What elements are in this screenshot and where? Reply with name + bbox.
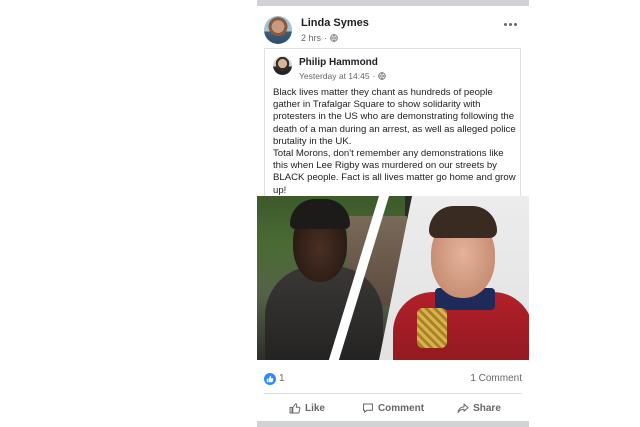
comment-button[interactable]: Comment	[350, 396, 436, 420]
comment-icon	[362, 403, 373, 413]
post-timestamp[interactable]: 2 hrs	[301, 33, 321, 43]
share-button[interactable]: Share	[436, 396, 522, 420]
share-icon	[457, 403, 469, 413]
comment-count[interactable]: 1 Comment	[470, 373, 522, 384]
like-reaction-icon[interactable]	[264, 373, 276, 385]
post-meta: 2 hrs ·	[301, 33, 338, 43]
post-photo[interactable]	[257, 196, 529, 360]
shared-author-avatar[interactable]	[273, 56, 292, 75]
shared-post-meta: Yesterday at 14:45 ·	[299, 71, 387, 81]
feed-post: Linda Symes 2 hrs · Philip Hammond Yeste…	[257, 6, 529, 421]
like-button-label: Like	[304, 402, 325, 414]
author-name[interactable]: Linda Symes	[301, 17, 369, 29]
thumbs-up-icon	[289, 403, 301, 414]
like-button[interactable]: Like	[264, 396, 350, 420]
post-paragraph: Total Morons, don't remember any demonst…	[273, 148, 516, 196]
more-options-icon[interactable]	[502, 19, 518, 29]
shared-post-timestamp[interactable]: Yesterday at 14:45	[299, 71, 370, 81]
feed-separator-bottom	[257, 421, 529, 427]
globe-icon	[330, 34, 338, 42]
post-text: Black lives matter they chant as hundred…	[273, 87, 517, 197]
shared-post: Philip Hammond Yesterday at 14:45 · Blac…	[264, 48, 521, 196]
comment-button-label: Comment	[377, 402, 425, 414]
divider	[264, 393, 522, 394]
action-bar: Like Comment Share	[264, 396, 522, 420]
post-paragraph: Black lives matter they chant as hundred…	[273, 87, 516, 147]
author-avatar[interactable]	[264, 16, 292, 44]
post-header: Linda Symes 2 hrs ·	[264, 14, 522, 44]
like-count[interactable]: 1	[279, 373, 285, 384]
reactions-bar: 1 1 Comment	[264, 372, 522, 388]
globe-icon	[378, 72, 387, 80]
shared-author-name[interactable]: Philip Hammond	[299, 57, 378, 68]
photo-left-panel	[257, 196, 407, 360]
share-button-label: Share	[473, 402, 501, 414]
